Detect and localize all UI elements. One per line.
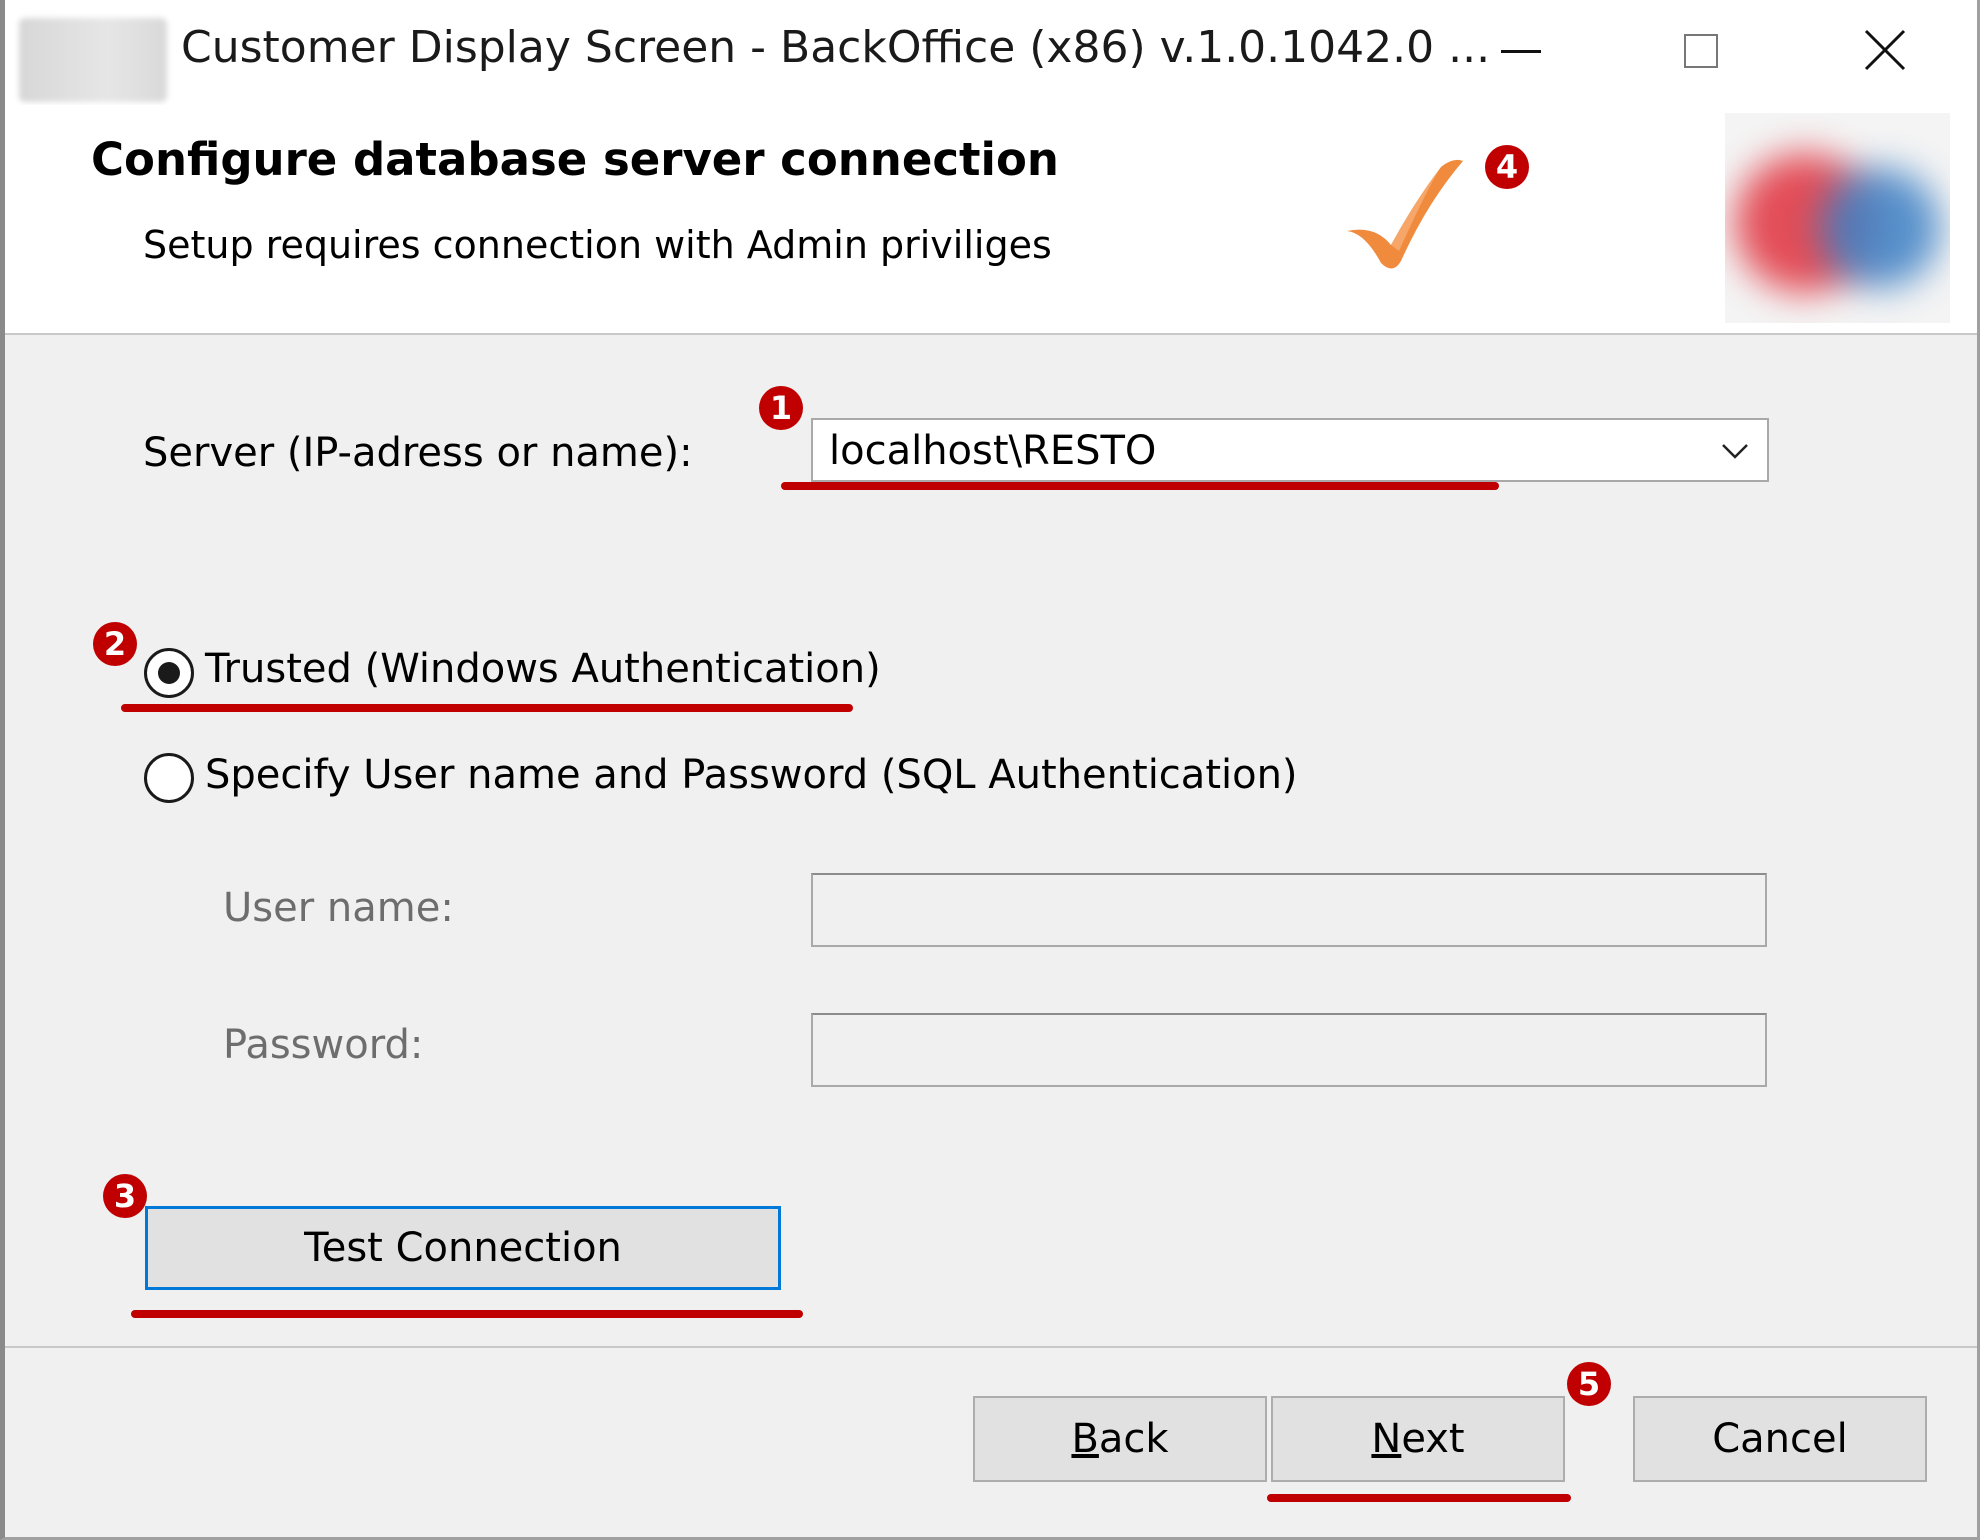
checkmark-icon (1347, 159, 1463, 269)
cancel-button[interactable]: Cancel (1633, 1396, 1927, 1482)
minimize-icon[interactable] (1431, 0, 1611, 100)
server-value: localhost\RESTO (829, 428, 1157, 474)
page-subtitle: Setup requires connection with Admin pri… (143, 223, 1052, 267)
annotation-badge-3: 3 (103, 1174, 147, 1218)
page-title: Configure database server connection (91, 133, 1059, 186)
back-button[interactable]: Back (973, 1396, 1267, 1482)
trusted-auth-radio[interactable] (144, 648, 194, 698)
password-field[interactable] (811, 1013, 1767, 1087)
annotation-badge-5: 5 (1567, 1362, 1611, 1406)
brand-logo (1725, 113, 1950, 323)
radio-selected-dot (158, 662, 180, 684)
next-button[interactable]: Next (1271, 1396, 1565, 1482)
wizard-header: Configure database server connection Set… (5, 105, 1977, 335)
annotation-underline-server (781, 482, 1499, 490)
maximize-icon[interactable] (1611, 0, 1791, 100)
footer-divider (5, 1346, 1977, 1348)
annotation-badge-1: 1 (759, 386, 803, 430)
installer-window: Customer Display Screen - BackOffice (x8… (0, 0, 1980, 1540)
annotation-underline-trusted (121, 704, 853, 712)
window-title: Customer Display Screen - BackOffice (x8… (181, 22, 1491, 73)
server-combobox[interactable]: localhost\RESTO (811, 418, 1769, 482)
username-field[interactable] (811, 873, 1767, 947)
app-icon (19, 18, 167, 102)
close-icon[interactable] (1795, 0, 1975, 100)
title-bar: Customer Display Screen - BackOffice (x8… (5, 0, 1977, 105)
test-connection-button[interactable]: Test Connection (145, 1206, 781, 1290)
server-label: Server (IP-adress or name): (143, 430, 693, 476)
sql-auth-radio[interactable] (144, 753, 194, 803)
username-label: User name: (223, 885, 454, 931)
annotation-badge-4: 4 (1485, 145, 1529, 189)
password-label: Password: (223, 1022, 424, 1068)
annotation-underline-next (1267, 1494, 1571, 1502)
sql-auth-label[interactable]: Specify User name and Password (SQL Auth… (205, 752, 1298, 798)
annotation-badge-2: 2 (93, 622, 137, 666)
annotation-underline-test (131, 1310, 803, 1318)
trusted-auth-label[interactable]: Trusted (Windows Authentication) (205, 646, 881, 692)
chevron-down-icon[interactable] (1721, 442, 1749, 460)
